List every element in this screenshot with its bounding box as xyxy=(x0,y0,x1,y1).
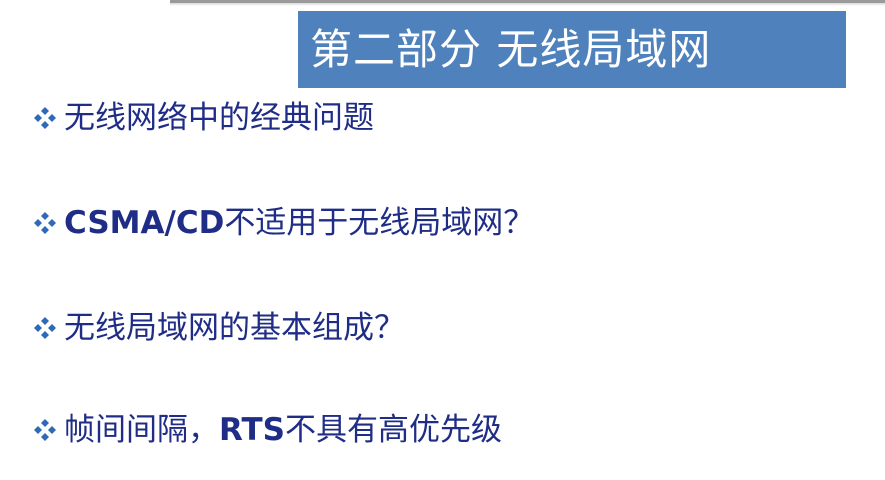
bullet-text: 无线局域网的基本组成？ xyxy=(64,309,405,346)
diamond-cluster-icon xyxy=(34,212,56,234)
bullet-prefix-en: CSMA/CD xyxy=(64,204,225,241)
title-banner: 第二部分 无线局域网 xyxy=(298,11,846,88)
bullet-text: 不具有高优先级 xyxy=(284,411,502,448)
bullet-text: 不适用于无线局域网？ xyxy=(224,204,535,241)
bullet-prefix-cn: 帧间间隔， xyxy=(64,411,219,448)
bullet-prefix-en: RTS xyxy=(219,411,285,448)
bullet-item-4: 帧间间隔， RTS 不具有高优先级 xyxy=(32,408,502,452)
bullet-item-2: CSMA/CD 不适用于无线局域网？ xyxy=(32,201,534,245)
diamond-cluster-icon xyxy=(34,317,56,339)
diamond-cluster-icon xyxy=(34,419,56,441)
bullet-item-1: 无线网络中的经典问题 xyxy=(32,96,374,140)
slide-title: 第二部分 无线局域网 xyxy=(310,24,712,74)
bullet-item-3: 无线局域网的基本组成？ xyxy=(32,306,405,350)
diamond-cluster-icon xyxy=(34,107,56,129)
slide: 第二部分 无线局域网 无线网络中的经典问题 CSMA/CD 不适用于无线局域网？… xyxy=(0,0,885,480)
top-border-shadow xyxy=(170,3,885,6)
bullet-text: 无线网络中的经典问题 xyxy=(64,99,374,136)
